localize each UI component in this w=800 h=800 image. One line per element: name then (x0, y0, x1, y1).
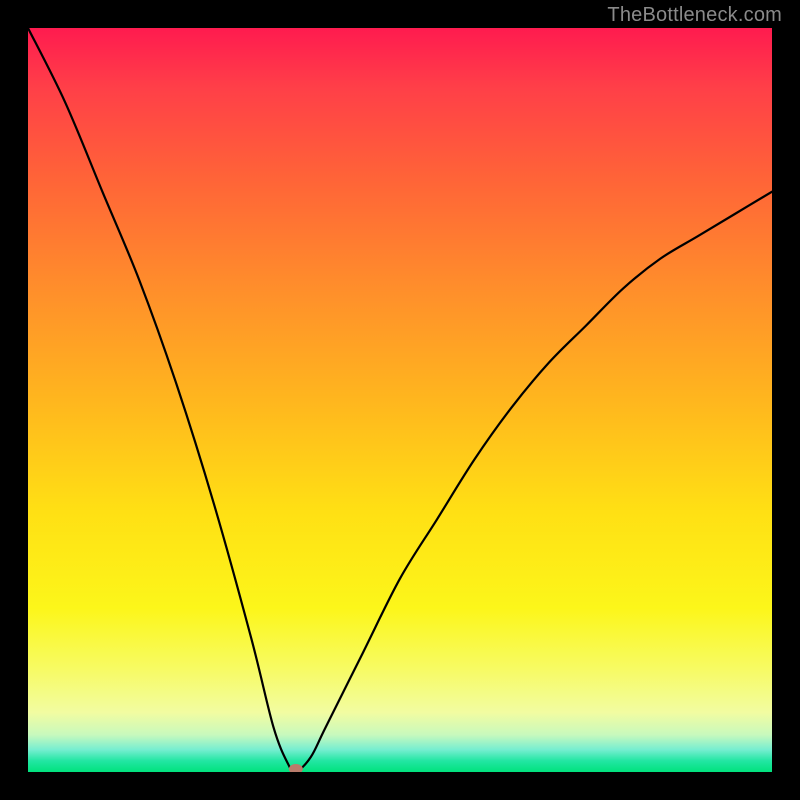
minimum-marker (289, 764, 303, 772)
bottleneck-curve (28, 28, 772, 772)
chart-svg (28, 28, 772, 772)
chart-root: TheBottleneck.com (0, 0, 800, 800)
plot-area (28, 28, 772, 772)
watermark-text: TheBottleneck.com (607, 4, 782, 27)
